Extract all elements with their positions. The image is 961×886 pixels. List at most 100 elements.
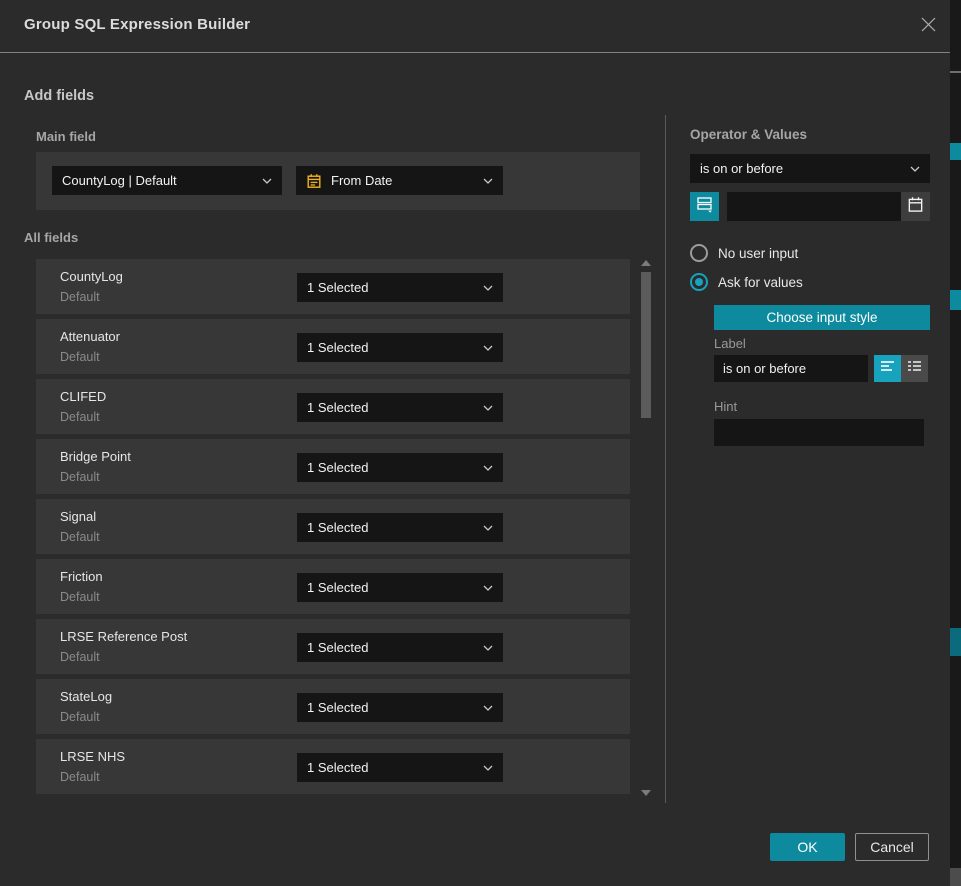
field-selected-dropdown-value: 1 Selected xyxy=(307,460,477,475)
field-subtitle: Default xyxy=(60,530,100,544)
field-selected-dropdown-value: 1 Selected xyxy=(307,520,477,535)
scrollbar-down-arrow[interactable] xyxy=(641,790,651,796)
operator-values-heading: Operator & Values xyxy=(690,127,807,142)
chevron-down-icon xyxy=(483,345,493,351)
field-list-item: CountyLog Default 1 Selected xyxy=(36,259,630,314)
background-fragment xyxy=(950,290,961,310)
chevron-down-icon xyxy=(483,525,493,531)
main-layer-dropdown[interactable]: CountyLog | Default xyxy=(52,166,282,195)
unique-values-icon xyxy=(696,195,714,218)
chevron-down-icon xyxy=(483,705,493,711)
bullet-list-icon xyxy=(906,358,923,379)
chevron-down-icon xyxy=(483,585,493,591)
field-name: StateLog xyxy=(60,689,112,704)
background-app-sliver xyxy=(950,0,961,886)
radio-no-user-input[interactable]: No user input xyxy=(690,244,798,262)
main-field-heading: Main field xyxy=(36,129,96,144)
field-selected-dropdown[interactable]: 1 Selected xyxy=(297,273,503,302)
calendar-icon xyxy=(907,196,924,218)
field-list-item: LRSE Reference Post Default 1 Selected xyxy=(36,619,630,674)
chevron-down-icon xyxy=(483,465,493,471)
field-list-item: Signal Default 1 Selected xyxy=(36,499,630,554)
field-selected-dropdown[interactable]: 1 Selected xyxy=(297,693,503,722)
label-field-label: Label xyxy=(714,336,746,351)
radio-ask-for-values[interactable]: Ask for values xyxy=(690,273,803,291)
field-list-item: Bridge Point Default 1 Selected xyxy=(36,439,630,494)
chevron-down-icon xyxy=(910,166,920,172)
operator-dropdown[interactable]: is on or before xyxy=(690,154,930,183)
hint-input[interactable] xyxy=(714,419,924,446)
date-field-type-icon xyxy=(306,173,322,189)
field-name: LRSE Reference Post xyxy=(60,629,187,644)
group-sql-expression-builder-dialog: Group SQL Expression Builder Add fields … xyxy=(0,0,950,886)
field-selected-dropdown-value: 1 Selected xyxy=(307,760,477,775)
chevron-down-icon xyxy=(483,405,493,411)
field-selected-dropdown[interactable]: 1 Selected xyxy=(297,633,503,662)
main-field-dropdown[interactable]: From Date xyxy=(296,166,503,195)
field-list-item: Attenuator Default 1 Selected xyxy=(36,319,630,374)
background-fragment xyxy=(950,71,961,73)
field-selected-dropdown[interactable]: 1 Selected xyxy=(297,453,503,482)
main-field-panel: CountyLog | Default From Date xyxy=(36,152,640,210)
field-name: Bridge Point xyxy=(60,449,131,464)
input-style-single-line-button[interactable] xyxy=(874,355,901,382)
field-selected-dropdown-value: 1 Selected xyxy=(307,400,477,415)
field-selected-dropdown[interactable]: 1 Selected xyxy=(297,393,503,422)
date-picker-button[interactable] xyxy=(901,192,930,221)
field-subtitle: Default xyxy=(60,710,100,724)
scrollbar-up-arrow[interactable] xyxy=(641,260,651,266)
dialog-title: Group SQL Expression Builder xyxy=(24,16,250,33)
operator-dropdown-value: is on or before xyxy=(700,161,904,176)
field-selected-dropdown[interactable]: 1 Selected xyxy=(297,753,503,782)
all-fields-heading: All fields xyxy=(24,230,78,245)
hint-field-label: Hint xyxy=(714,399,737,414)
field-selected-dropdown[interactable]: 1 Selected xyxy=(297,333,503,362)
chevron-down-icon xyxy=(483,285,493,291)
field-selected-dropdown-value: 1 Selected xyxy=(307,640,477,655)
field-selected-dropdown-value: 1 Selected xyxy=(307,340,477,355)
chevron-down-icon xyxy=(262,178,272,184)
close-icon xyxy=(920,16,937,38)
panel-divider xyxy=(665,115,666,803)
choose-input-style-button[interactable]: Choose input style xyxy=(714,305,930,330)
field-name: Friction xyxy=(60,569,103,584)
radio-no-user-input-label: No user input xyxy=(718,246,798,261)
field-name: CountyLog xyxy=(60,269,123,284)
field-selected-dropdown[interactable]: 1 Selected xyxy=(297,513,503,542)
radio-selected-icon xyxy=(690,273,708,291)
field-selected-dropdown-value: 1 Selected xyxy=(307,700,477,715)
input-style-list-button[interactable] xyxy=(901,355,928,382)
chevron-down-icon xyxy=(483,765,493,771)
align-left-icon xyxy=(879,358,896,379)
all-fields-list: CountyLog Default 1 Selected Attenuator … xyxy=(36,259,630,794)
field-subtitle: Default xyxy=(60,290,100,304)
field-subtitle: Default xyxy=(60,470,100,484)
scrollbar-thumb[interactable] xyxy=(641,272,651,418)
background-fragment xyxy=(950,143,961,160)
close-button[interactable] xyxy=(916,15,940,39)
field-name: LRSE NHS xyxy=(60,749,125,764)
field-list-item: CLIFED Default 1 Selected xyxy=(36,379,630,434)
field-list-item: StateLog Default 1 Selected xyxy=(36,679,630,734)
ok-button[interactable]: OK xyxy=(770,833,845,861)
radio-unselected-icon xyxy=(690,244,708,262)
value-input[interactable] xyxy=(727,192,901,221)
field-selected-dropdown[interactable]: 1 Selected xyxy=(297,573,503,602)
chevron-down-icon xyxy=(483,645,493,651)
cancel-button[interactable]: Cancel xyxy=(855,833,929,861)
label-input[interactable] xyxy=(714,355,868,382)
unique-values-button[interactable] xyxy=(690,192,719,221)
field-name: Attenuator xyxy=(60,329,120,344)
main-layer-dropdown-value: CountyLog | Default xyxy=(62,173,256,188)
add-fields-heading: Add fields xyxy=(24,88,94,104)
background-fragment xyxy=(950,868,961,886)
field-selected-dropdown-value: 1 Selected xyxy=(307,580,477,595)
field-list-item: Friction Default 1 Selected xyxy=(36,559,630,614)
field-subtitle: Default xyxy=(60,770,100,784)
main-field-dropdown-value: From Date xyxy=(331,173,477,188)
field-subtitle: Default xyxy=(60,650,100,664)
background-fragment xyxy=(950,628,961,656)
radio-ask-for-values-label: Ask for values xyxy=(718,275,803,290)
chevron-down-icon xyxy=(483,178,493,184)
field-list-item: LRSE NHS Default 1 Selected xyxy=(36,739,630,794)
